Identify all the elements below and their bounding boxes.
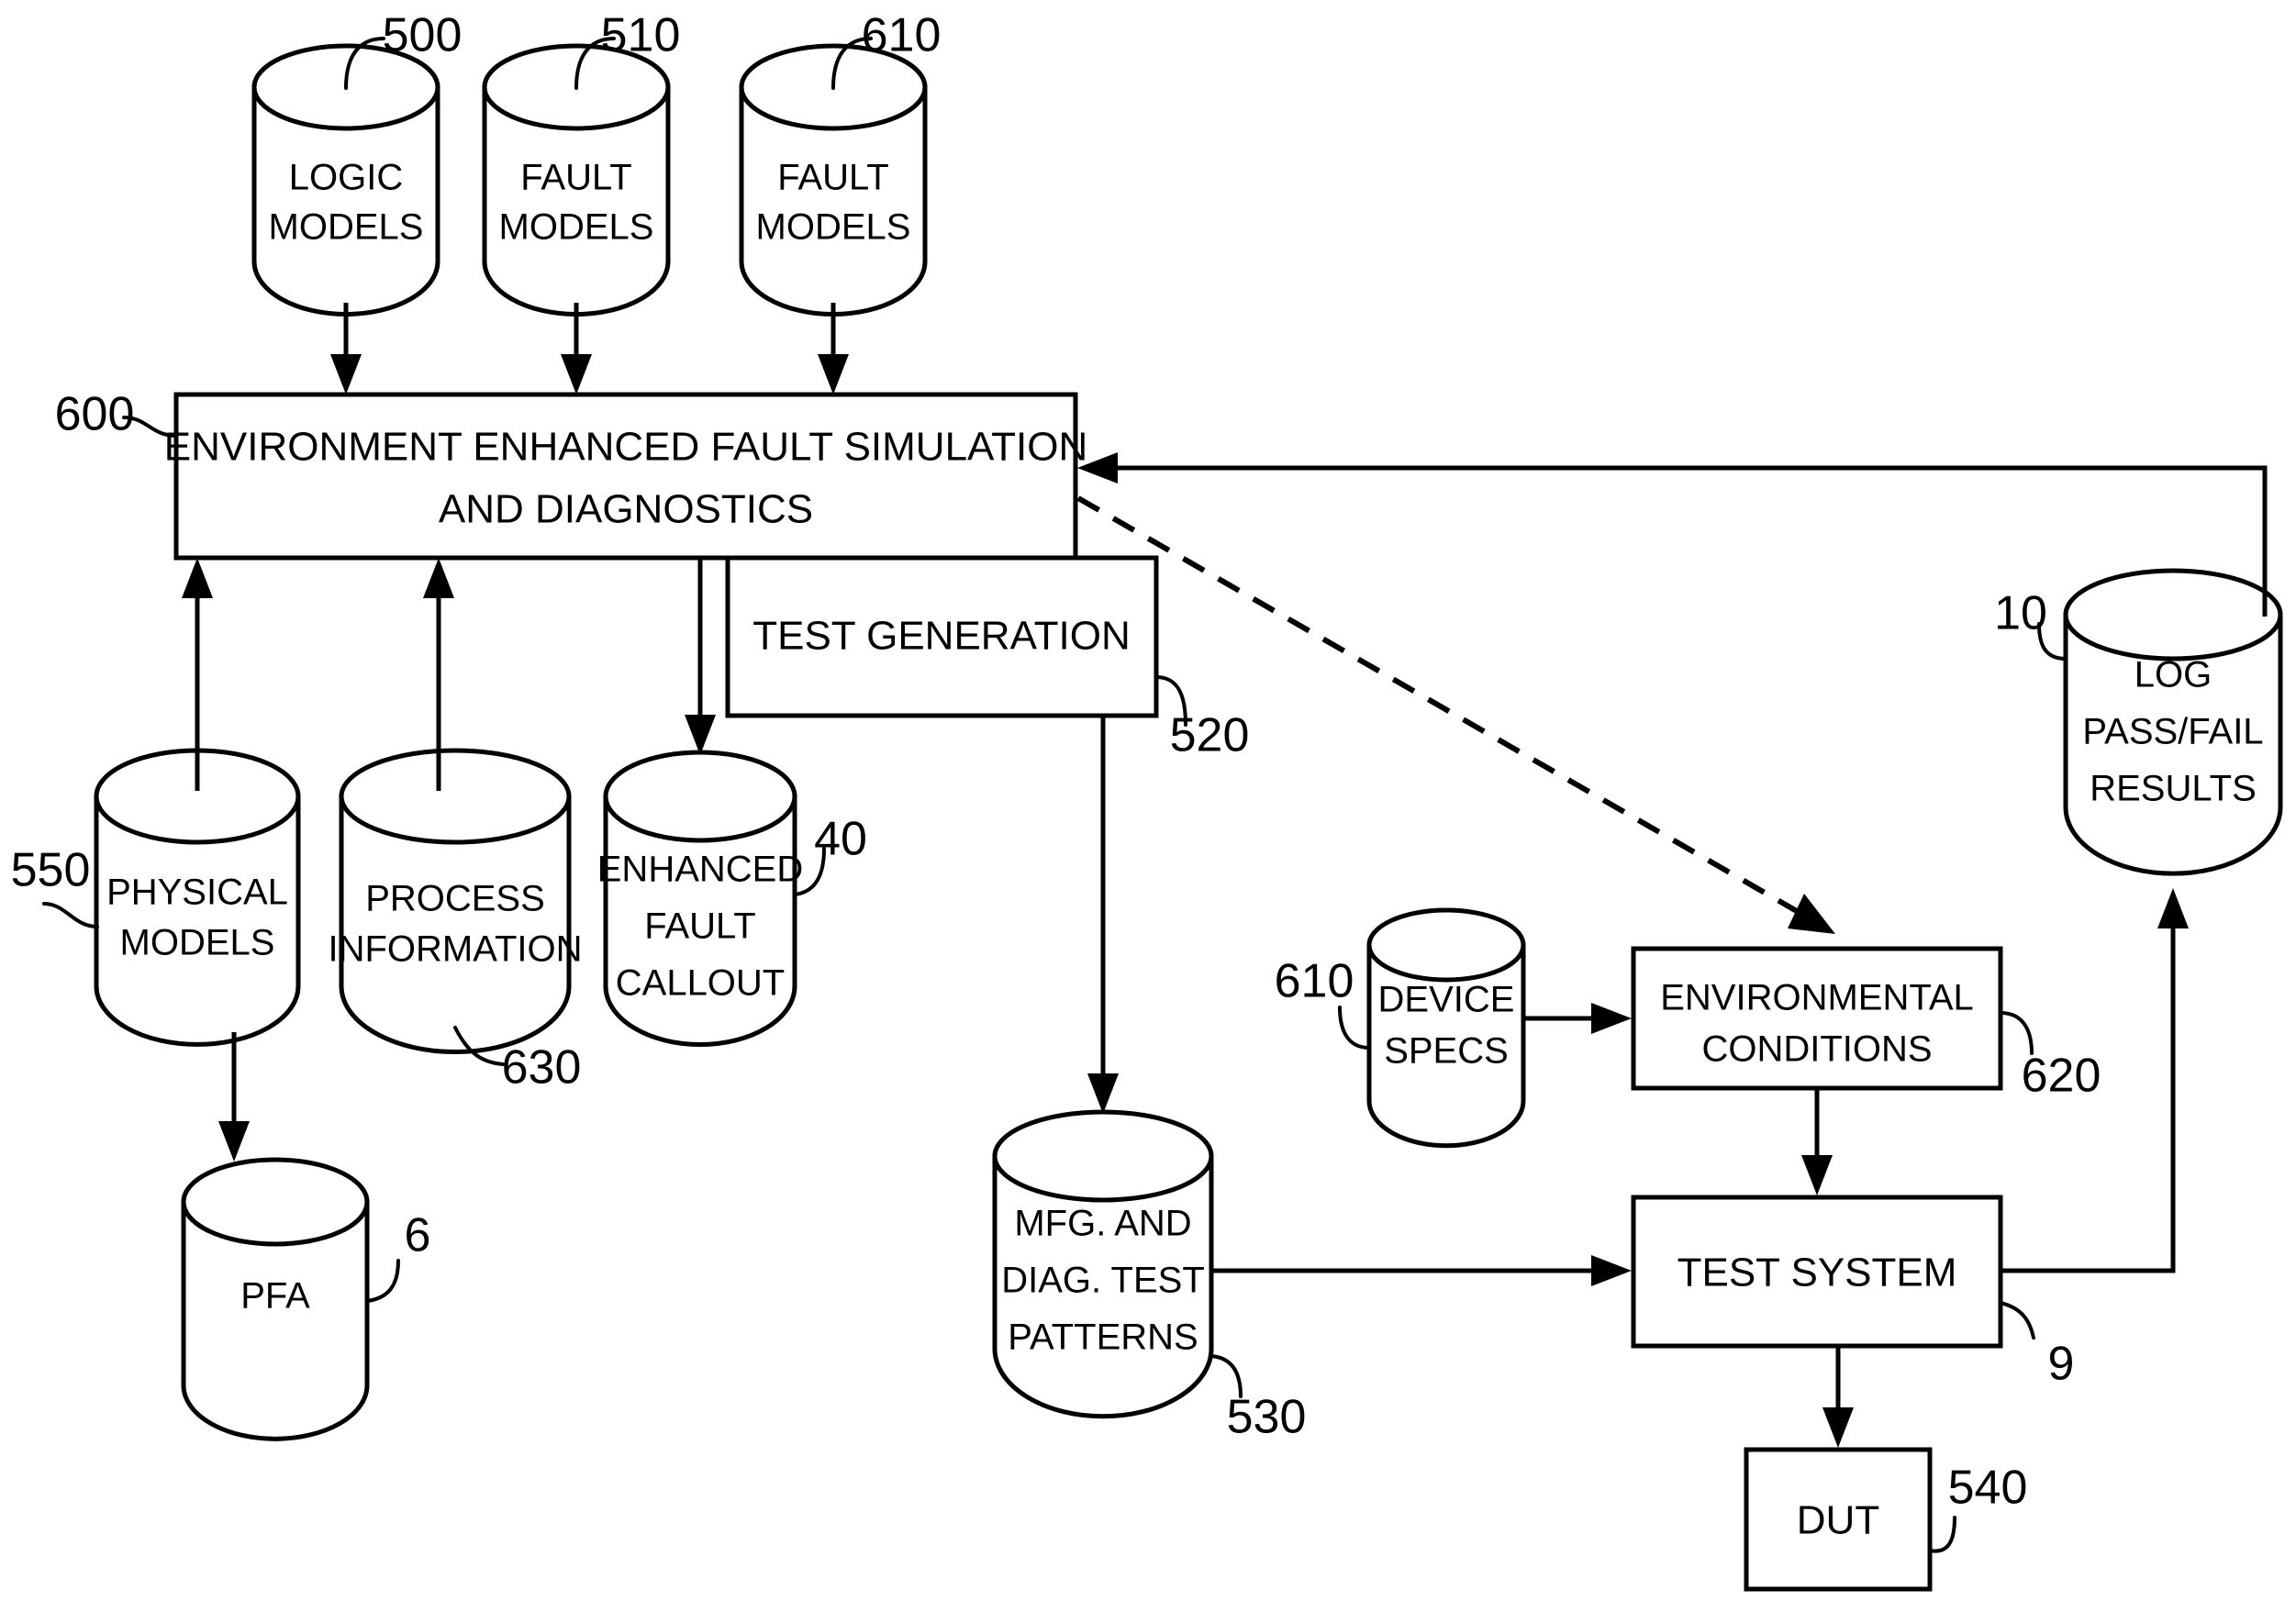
ref-10: 10 bbox=[1994, 587, 2047, 640]
node-test-system-label: TEST SYSTEM bbox=[1677, 1251, 1957, 1295]
node-fault-models-510-label-2: MODELS bbox=[499, 207, 654, 248]
edge-main-to-enhanced-fault-callout bbox=[685, 558, 716, 755]
node-logic-models-label-1: LOGIC bbox=[289, 158, 403, 198]
edge-environmental-conditions-to-test-system bbox=[1801, 1088, 1833, 1195]
edge-logic-models-to-main bbox=[330, 303, 362, 395]
node-test-generation-label: TEST GENERATION bbox=[752, 614, 1131, 659]
node-test-generation[interactable]: TEST GENERATION 520 bbox=[725, 555, 1250, 762]
node-fault-models-610-label-1: FAULT bbox=[777, 158, 889, 198]
flow-diagram-svg: LOGIC MODELS 500 FAULT MODELS 510 FAULT … bbox=[11, 9, 2283, 1592]
ref-610-device: 610 bbox=[1275, 955, 1354, 1008]
node-test-patterns[interactable]: MFG. AND DIAG. TEST PATTERNS 530 bbox=[992, 1109, 1307, 1444]
node-dut-label: DUT bbox=[1797, 1498, 1879, 1543]
node-logic-models-label-2: MODELS bbox=[269, 207, 424, 248]
ref-550: 550 bbox=[11, 844, 91, 897]
edge-test-generation-to-test-patterns bbox=[1087, 716, 1119, 1114]
node-fault-models-610-label-2: MODELS bbox=[756, 207, 911, 248]
node-log-results-label-2: PASS/FAIL bbox=[2082, 712, 2263, 752]
node-device-specs[interactable]: DEVICE SPECS 610 bbox=[1275, 907, 1526, 1149]
node-device-specs-label-1: DEVICE bbox=[1378, 980, 1515, 1020]
node-process-information-label-1: PROCESS bbox=[365, 879, 545, 919]
node-pfa[interactable]: PFA 6 bbox=[181, 1157, 431, 1441]
node-enhanced-fault-callout-label-1: ENHANCED bbox=[597, 850, 803, 890]
node-process-information[interactable]: PROCESS INFORMATION 630 bbox=[328, 748, 583, 1095]
node-environmental-conditions-label-1: ENVIRONMENTAL bbox=[1660, 978, 1974, 1018]
node-physical-models-label-1: PHYSICAL bbox=[106, 873, 288, 913]
node-environmental-conditions[interactable]: ENVIRONMENTAL CONDITIONS 620 bbox=[1631, 946, 2101, 1103]
ref-530: 530 bbox=[1227, 1391, 1307, 1444]
ref-620: 620 bbox=[2022, 1050, 2101, 1103]
edge-physical-models-to-pfa bbox=[218, 1032, 250, 1162]
node-enhanced-fault-callout[interactable]: ENHANCED FAULT CALLOUT 40 bbox=[597, 750, 867, 1047]
edge-test-patterns-to-test-system bbox=[1211, 1255, 1632, 1286]
node-dut[interactable]: DUT 540 bbox=[1744, 1447, 2028, 1592]
edge-fault-models-610-to-main bbox=[818, 303, 849, 395]
ref-9: 9 bbox=[2048, 1338, 2075, 1391]
node-fault-models-510-label-1: FAULT bbox=[520, 158, 632, 198]
node-logic-models[interactable]: LOGIC MODELS 500 bbox=[251, 9, 463, 317]
node-physical-models[interactable]: PHYSICAL MODELS 550 bbox=[11, 748, 301, 1047]
edge-device-specs-to-environmental-conditions bbox=[1525, 1003, 1632, 1034]
node-enhanced-fault-callout-label-3: CALLOUT bbox=[616, 963, 786, 1004]
ref-6: 6 bbox=[405, 1209, 431, 1262]
node-fault-models-510[interactable]: FAULT MODELS 510 bbox=[482, 9, 681, 317]
node-main-process[interactable]: ENVIRONMENT ENHANCED FAULT SIMULATION AN… bbox=[55, 388, 1088, 561]
node-log-results-label-3: RESULTS bbox=[2090, 769, 2257, 809]
ref-630: 630 bbox=[502, 1041, 582, 1095]
ref-40: 40 bbox=[814, 813, 867, 866]
node-log-results-label-1: LOG bbox=[2134, 655, 2212, 695]
node-test-patterns-label-3: PATTERNS bbox=[1008, 1317, 1198, 1358]
ref-510: 510 bbox=[601, 9, 681, 62]
node-log-results[interactable]: LOG PASS/FAIL RESULTS 10 bbox=[1994, 568, 2283, 876]
node-test-patterns-label-1: MFG. AND bbox=[1014, 1204, 1191, 1244]
node-enhanced-fault-callout-label-2: FAULT bbox=[644, 906, 756, 947]
node-main-process-label-1: ENVIRONMENT ENHANCED FAULT SIMULATION bbox=[164, 425, 1087, 470]
edge-fault-models-510-to-main bbox=[561, 303, 592, 395]
node-test-patterns-label-2: DIAG. TEST bbox=[1001, 1261, 1205, 1301]
ref-520: 520 bbox=[1170, 709, 1250, 762]
node-test-system[interactable]: TEST SYSTEM 9 bbox=[1631, 1195, 2075, 1391]
ref-610-top: 610 bbox=[862, 9, 942, 62]
node-pfa-label: PFA bbox=[240, 1276, 310, 1317]
patent-figure-canvas: LOGIC MODELS 500 FAULT MODELS 510 FAULT … bbox=[0, 0, 2296, 1623]
ref-600: 600 bbox=[55, 388, 135, 441]
edge-test-system-to-dut bbox=[1822, 1346, 1854, 1448]
ref-540: 540 bbox=[1948, 1462, 2028, 1515]
node-device-specs-label-2: SPECS bbox=[1384, 1031, 1509, 1072]
node-environmental-conditions-label-2: CONDITIONS bbox=[1701, 1029, 1932, 1070]
node-process-information-label-2: INFORMATION bbox=[328, 929, 582, 970]
node-physical-models-label-2: MODELS bbox=[120, 923, 275, 963]
node-main-process-label-2: AND DIAGNOSTICS bbox=[439, 487, 813, 532]
node-fault-models-610[interactable]: FAULT MODELS 610 bbox=[739, 9, 942, 317]
ref-500: 500 bbox=[383, 9, 463, 62]
